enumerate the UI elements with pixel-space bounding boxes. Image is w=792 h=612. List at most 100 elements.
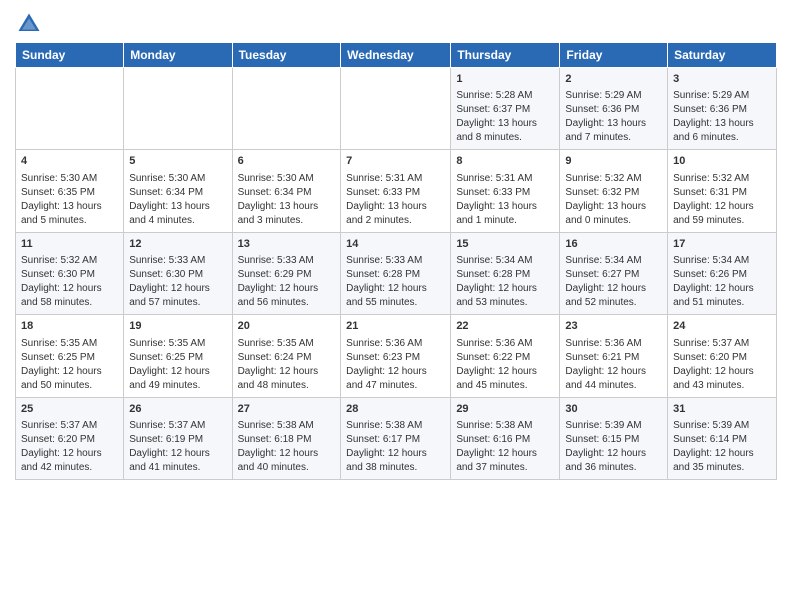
day-detail: Daylight: 12 hours [673, 447, 771, 461]
calendar-cell: 4Sunrise: 5:30 AMSunset: 6:35 PMDaylight… [16, 150, 124, 232]
day-detail: Sunset: 6:37 PM [456, 103, 554, 117]
calendar-cell: 23Sunrise: 5:36 AMSunset: 6:21 PMDayligh… [560, 315, 668, 397]
calendar-cell: 6Sunrise: 5:30 AMSunset: 6:34 PMDaylight… [232, 150, 341, 232]
day-number: 14 [346, 237, 445, 252]
day-detail: Daylight: 13 hours [565, 117, 662, 131]
calendar-week-2: 4Sunrise: 5:30 AMSunset: 6:35 PMDaylight… [16, 150, 777, 232]
day-detail: Sunset: 6:30 PM [129, 268, 226, 282]
day-detail: Daylight: 12 hours [565, 447, 662, 461]
day-detail: Daylight: 12 hours [565, 282, 662, 296]
day-detail: Daylight: 13 hours [673, 117, 771, 131]
day-number: 23 [565, 319, 662, 334]
day-number: 28 [346, 402, 445, 417]
day-detail: Sunrise: 5:34 AM [565, 254, 662, 268]
day-detail: Sunset: 6:26 PM [673, 268, 771, 282]
day-detail: and 50 minutes. [21, 379, 118, 393]
day-detail: Daylight: 12 hours [21, 447, 118, 461]
calendar-cell: 13Sunrise: 5:33 AMSunset: 6:29 PMDayligh… [232, 232, 341, 314]
calendar-cell: 25Sunrise: 5:37 AMSunset: 6:20 PMDayligh… [16, 397, 124, 479]
calendar-cell: 28Sunrise: 5:38 AMSunset: 6:17 PMDayligh… [341, 397, 451, 479]
day-detail: and 42 minutes. [21, 461, 118, 475]
calendar-cell: 20Sunrise: 5:35 AMSunset: 6:24 PMDayligh… [232, 315, 341, 397]
calendar-cell: 21Sunrise: 5:36 AMSunset: 6:23 PMDayligh… [341, 315, 451, 397]
day-detail: and 5 minutes. [21, 214, 118, 228]
day-number: 9 [565, 154, 662, 169]
day-detail: Sunset: 6:14 PM [673, 433, 771, 447]
calendar-week-3: 11Sunrise: 5:32 AMSunset: 6:30 PMDayligh… [16, 232, 777, 314]
day-number: 13 [238, 237, 336, 252]
logo-icon [15, 10, 43, 38]
day-detail: Sunset: 6:27 PM [565, 268, 662, 282]
day-detail: Daylight: 12 hours [673, 282, 771, 296]
day-of-week-tuesday: Tuesday [232, 43, 341, 68]
day-detail: Daylight: 13 hours [129, 200, 226, 214]
day-detail: Sunrise: 5:30 AM [129, 172, 226, 186]
day-detail: Sunrise: 5:31 AM [456, 172, 554, 186]
day-detail: Daylight: 12 hours [238, 282, 336, 296]
day-detail: Sunrise: 5:38 AM [238, 419, 336, 433]
day-detail: and 35 minutes. [673, 461, 771, 475]
day-detail: Sunset: 6:16 PM [456, 433, 554, 447]
calendar-cell: 2Sunrise: 5:29 AMSunset: 6:36 PMDaylight… [560, 68, 668, 150]
calendar-cell: 30Sunrise: 5:39 AMSunset: 6:15 PMDayligh… [560, 397, 668, 479]
day-detail: and 6 minutes. [673, 131, 771, 145]
day-detail: Sunset: 6:33 PM [456, 186, 554, 200]
day-detail: Sunset: 6:15 PM [565, 433, 662, 447]
day-detail: and 51 minutes. [673, 296, 771, 310]
calendar-cell [16, 68, 124, 150]
calendar-week-1: 1Sunrise: 5:28 AMSunset: 6:37 PMDaylight… [16, 68, 777, 150]
day-of-week-friday: Friday [560, 43, 668, 68]
day-detail: Sunset: 6:32 PM [565, 186, 662, 200]
day-detail: Sunrise: 5:36 AM [346, 337, 445, 351]
day-detail: Sunrise: 5:36 AM [565, 337, 662, 351]
day-detail: Sunrise: 5:29 AM [565, 89, 662, 103]
calendar-cell: 29Sunrise: 5:38 AMSunset: 6:16 PMDayligh… [451, 397, 560, 479]
calendar-cell: 27Sunrise: 5:38 AMSunset: 6:18 PMDayligh… [232, 397, 341, 479]
day-number: 7 [346, 154, 445, 169]
day-detail: Daylight: 12 hours [21, 365, 118, 379]
day-detail: and 4 minutes. [129, 214, 226, 228]
day-detail: Sunrise: 5:38 AM [456, 419, 554, 433]
day-detail: Sunrise: 5:33 AM [238, 254, 336, 268]
day-detail: Daylight: 12 hours [346, 447, 445, 461]
day-number: 21 [346, 319, 445, 334]
day-detail: and 1 minute. [456, 214, 554, 228]
day-detail: Daylight: 12 hours [565, 365, 662, 379]
day-of-week-wednesday: Wednesday [341, 43, 451, 68]
day-detail: Sunrise: 5:35 AM [21, 337, 118, 351]
day-detail: Sunset: 6:34 PM [238, 186, 336, 200]
day-number: 10 [673, 154, 771, 169]
day-detail: and 59 minutes. [673, 214, 771, 228]
calendar-cell: 16Sunrise: 5:34 AMSunset: 6:27 PMDayligh… [560, 232, 668, 314]
day-detail: Sunrise: 5:31 AM [346, 172, 445, 186]
day-number: 8 [456, 154, 554, 169]
day-detail: Sunset: 6:25 PM [21, 351, 118, 365]
day-detail: Daylight: 12 hours [673, 200, 771, 214]
day-detail: Daylight: 12 hours [129, 365, 226, 379]
day-detail: Sunrise: 5:32 AM [565, 172, 662, 186]
day-number: 5 [129, 154, 226, 169]
day-detail: and 3 minutes. [238, 214, 336, 228]
day-detail: Sunrise: 5:37 AM [673, 337, 771, 351]
day-number: 6 [238, 154, 336, 169]
day-detail: Sunrise: 5:34 AM [456, 254, 554, 268]
day-number: 19 [129, 319, 226, 334]
calendar-cell: 7Sunrise: 5:31 AMSunset: 6:33 PMDaylight… [341, 150, 451, 232]
day-detail: Daylight: 13 hours [456, 117, 554, 131]
day-detail: and 7 minutes. [565, 131, 662, 145]
day-detail: Daylight: 13 hours [565, 200, 662, 214]
day-detail: Sunrise: 5:36 AM [456, 337, 554, 351]
day-detail: Daylight: 13 hours [21, 200, 118, 214]
header [15, 10, 777, 38]
calendar-cell: 26Sunrise: 5:37 AMSunset: 6:19 PMDayligh… [124, 397, 232, 479]
day-detail: Sunset: 6:30 PM [21, 268, 118, 282]
page: SundayMondayTuesdayWednesdayThursdayFrid… [0, 0, 792, 490]
calendar-cell: 14Sunrise: 5:33 AMSunset: 6:28 PMDayligh… [341, 232, 451, 314]
calendar-cell: 11Sunrise: 5:32 AMSunset: 6:30 PMDayligh… [16, 232, 124, 314]
day-of-week-thursday: Thursday [451, 43, 560, 68]
day-detail: Sunset: 6:35 PM [21, 186, 118, 200]
day-detail: Daylight: 13 hours [238, 200, 336, 214]
day-detail: and 57 minutes. [129, 296, 226, 310]
calendar-cell: 8Sunrise: 5:31 AMSunset: 6:33 PMDaylight… [451, 150, 560, 232]
day-detail: and 48 minutes. [238, 379, 336, 393]
